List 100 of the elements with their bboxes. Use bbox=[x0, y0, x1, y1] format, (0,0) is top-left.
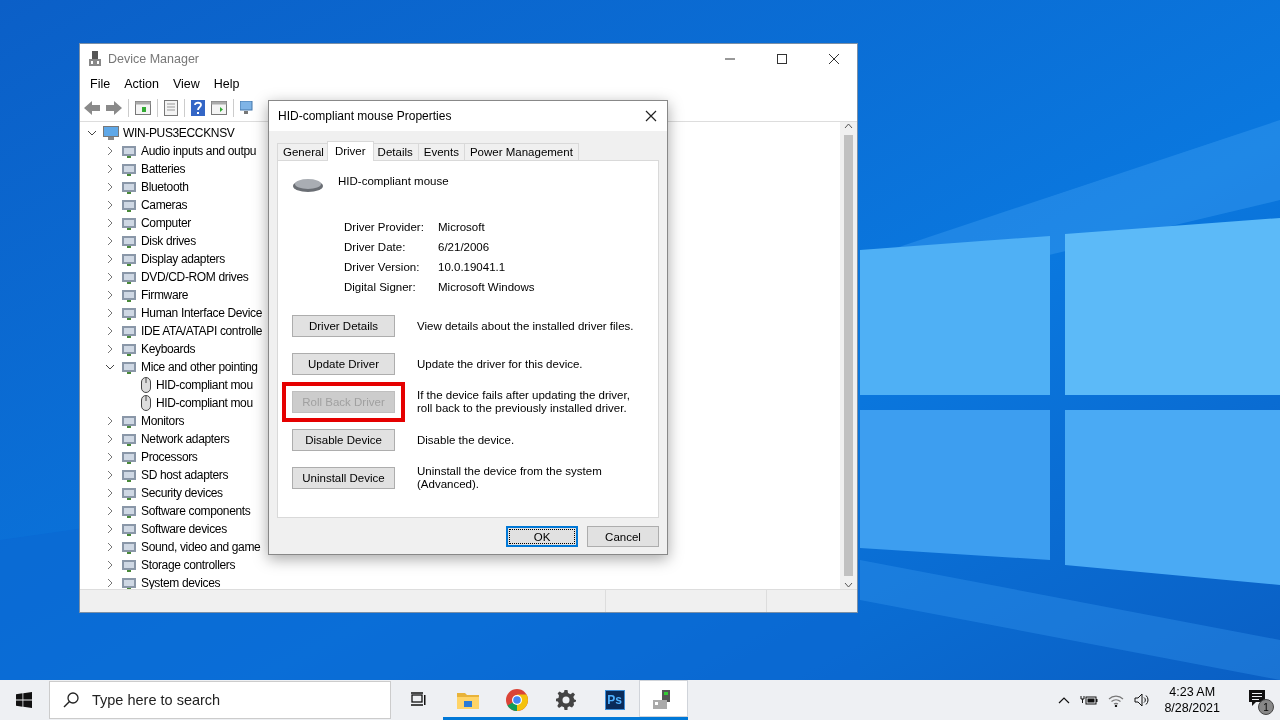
task-view-icon[interactable] bbox=[410, 692, 426, 708]
clock-date[interactable]: 8/28/2021 bbox=[1164, 700, 1220, 716]
windows-start-icon[interactable] bbox=[16, 692, 32, 708]
tree-item[interactable]: Display adapters bbox=[141, 252, 225, 266]
device-icon bbox=[121, 468, 137, 482]
close-icon[interactable] bbox=[645, 110, 657, 122]
device-icon bbox=[121, 252, 137, 266]
search-icon bbox=[63, 692, 79, 708]
tree-item[interactable]: Computer bbox=[141, 216, 191, 230]
property-value: Microsoft bbox=[438, 221, 486, 233]
tree-item[interactable]: Keyboards bbox=[141, 342, 196, 356]
tree-item[interactable]: Human Interface Device bbox=[141, 306, 263, 320]
device-icon bbox=[121, 342, 137, 356]
tree-item[interactable]: Audio inputs and outpu bbox=[141, 144, 257, 158]
property-label: Driver Date: bbox=[344, 241, 407, 253]
tree-item[interactable]: Sound, video and game bbox=[141, 540, 261, 554]
menu-item[interactable]: File bbox=[83, 77, 118, 91]
tree-item[interactable]: Bluetooth bbox=[141, 180, 189, 194]
chevron-up-icon[interactable] bbox=[1058, 696, 1071, 704]
tab[interactable]: Driver bbox=[326, 141, 374, 161]
maximize-icon[interactable] bbox=[777, 53, 787, 64]
tree-item[interactable]: Processors bbox=[141, 450, 198, 464]
device-icon bbox=[121, 270, 137, 284]
tree-item[interactable]: Mice and other pointing bbox=[141, 360, 258, 374]
browser-icon[interactable] bbox=[505, 689, 528, 711]
menu-item[interactable]: Help bbox=[206, 77, 247, 91]
back-arrow-icon[interactable] bbox=[84, 101, 100, 115]
tree-item[interactable]: Software devices bbox=[141, 522, 227, 536]
device-icon bbox=[121, 234, 137, 248]
tree-item[interactable]: Software components bbox=[141, 504, 251, 518]
device-icon bbox=[121, 180, 137, 194]
folder-icon[interactable] bbox=[456, 691, 479, 709]
console-tree-icon[interactable] bbox=[135, 101, 151, 115]
scrollbar-thumb[interactable] bbox=[844, 135, 853, 576]
dialog-button[interactable]: Cancel bbox=[587, 526, 659, 547]
action-button[interactable]: Update Driver bbox=[292, 353, 395, 375]
photoshop-app-icon[interactable]: Ps bbox=[604, 690, 625, 710]
close-icon[interactable] bbox=[829, 53, 839, 64]
device-icon bbox=[121, 360, 137, 374]
property-value: Microsoft Windows bbox=[438, 281, 536, 293]
search-field[interactable]: Type here to search bbox=[49, 681, 391, 719]
tree-item[interactable]: DVD/CD-ROM drives bbox=[141, 270, 249, 284]
device-icon bbox=[121, 522, 137, 536]
action-pane-icon[interactable] bbox=[211, 101, 227, 115]
menu-item[interactable]: View bbox=[165, 77, 207, 91]
device-icon bbox=[121, 216, 137, 230]
tab[interactable]: Power Management bbox=[463, 143, 579, 160]
tree-item[interactable]: HID-compliant mou bbox=[156, 378, 253, 392]
device-icon bbox=[121, 198, 137, 212]
wifi-icon[interactable] bbox=[1108, 693, 1125, 707]
window-title: Device Manager bbox=[108, 51, 200, 66]
action-description: Uninstall the device from the system (Advanced). bbox=[417, 465, 603, 491]
menu-item[interactable]: Action bbox=[117, 77, 166, 91]
device-manager-icon bbox=[88, 50, 102, 67]
tree-item[interactable]: Firmware bbox=[141, 288, 189, 302]
clock-time[interactable]: 4:23 AM bbox=[1169, 684, 1216, 700]
tree-item[interactable]: Batteries bbox=[141, 162, 186, 176]
forward-arrow-icon[interactable] bbox=[106, 101, 122, 115]
device-icon bbox=[121, 432, 137, 446]
tree-item[interactable]: HID-compliant mou bbox=[156, 396, 253, 410]
action-button[interactable]: Driver Details bbox=[292, 315, 395, 337]
property-value: 6/21/2006 bbox=[438, 241, 491, 253]
scroll-up-icon[interactable] bbox=[844, 122, 853, 131]
dialog-title: HID-compliant mouse Properties bbox=[278, 109, 452, 123]
property-value: 10.0.19041.1 bbox=[438, 261, 507, 273]
settings-icon[interactable] bbox=[555, 690, 576, 710]
device-icon bbox=[121, 504, 137, 518]
volume-icon[interactable] bbox=[1134, 693, 1151, 707]
tree-item[interactable]: IDE ATA/ATAPI controlle bbox=[141, 324, 263, 338]
notification-icon[interactable] bbox=[1248, 689, 1266, 707]
tree-item[interactable]: Cameras bbox=[141, 198, 188, 212]
tree-item[interactable]: Network adapters bbox=[141, 432, 230, 446]
action-description: View details about the installed driver files. bbox=[417, 319, 635, 333]
tree-item[interactable]: SD host adapters bbox=[141, 468, 229, 482]
action-button[interactable]: Disable Device bbox=[292, 429, 395, 451]
property-label: Driver Version: bbox=[344, 261, 421, 273]
monitor-icon[interactable] bbox=[240, 101, 256, 115]
tree-item[interactable]: WIN-PUS3ECCKNSV bbox=[123, 126, 235, 140]
tree-item[interactable]: Monitors bbox=[141, 414, 185, 428]
device-icon bbox=[121, 306, 137, 320]
dialog-button[interactable]: OK bbox=[506, 526, 578, 547]
device-icon bbox=[121, 144, 137, 158]
tree-item[interactable]: Disk drives bbox=[141, 234, 196, 248]
tree-item[interactable]: System devices bbox=[141, 576, 221, 589]
device-icon bbox=[121, 576, 137, 589]
properties-icon[interactable] bbox=[164, 100, 178, 116]
battery-icon[interactable] bbox=[1080, 694, 1099, 706]
help-icon[interactable] bbox=[191, 100, 205, 116]
tab[interactable]: General bbox=[277, 143, 330, 160]
computer-icon bbox=[103, 126, 119, 140]
tree-item[interactable]: Storage controllers bbox=[141, 558, 236, 572]
device-name: HID-compliant mouse bbox=[338, 175, 449, 187]
device-icon bbox=[121, 540, 137, 554]
mouse-icon bbox=[140, 377, 152, 393]
tree-item[interactable]: Security devices bbox=[141, 486, 223, 500]
action-description: Disable the device. bbox=[417, 433, 516, 447]
device-icon bbox=[121, 288, 137, 302]
scroll-down-icon[interactable] bbox=[844, 580, 853, 589]
device-icon bbox=[121, 558, 137, 572]
action-button[interactable]: Uninstall Device bbox=[292, 467, 395, 489]
